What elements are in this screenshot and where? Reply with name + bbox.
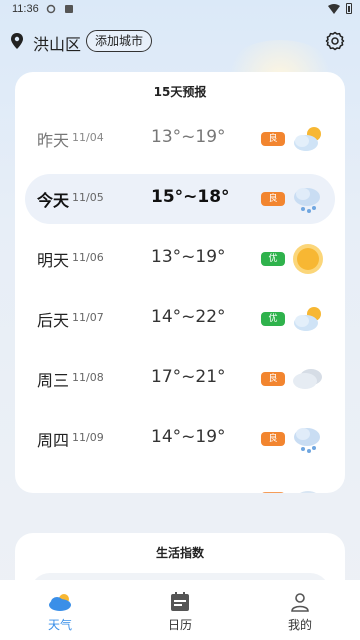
forecast-date: 11/07 [72,311,104,324]
add-city-button[interactable]: 添加城市 [86,30,153,52]
forecast-row-today[interactable]: 今天 11/05 15°~18° 良 [25,174,335,224]
status-bar: 11:36 [0,0,360,20]
city-name[interactable]: 洪山区 [33,31,81,55]
forecast-temp: 15°~18° [151,187,230,207]
profile-icon [291,593,309,612]
header: 洪山区 添加城市 [0,28,360,56]
calendar-icon [171,592,189,611]
forecast-temp: 13°~19° [151,127,226,147]
tab-calendar[interactable]: 日历 [120,580,240,640]
forecast-day: 后天 [37,311,70,330]
forecast-temp: 17°~21° [151,367,226,387]
settings-status-icon [46,4,56,14]
aqi-badge: 良 [261,192,285,206]
forecast-temp: 14°~22° [151,307,226,327]
forecast-row-tomorrow[interactable]: 明天 11/06 13°~19° 优 [25,234,335,284]
tab-label: 日历 [167,618,192,632]
cloud-icon-partial [300,491,316,493]
forecast-day: 明天 [37,251,70,270]
gear-icon[interactable] [325,31,345,51]
forecast-row-thursday[interactable]: 周四 11/09 14°~19° 良 [25,414,335,464]
status-time: 11:36 [12,3,39,15]
forecast-date: 11/08 [72,371,104,384]
overcast-icon [293,369,322,389]
forecast-row-wednesday[interactable]: 周三 11/08 17°~21° 良 [25,354,335,404]
life-index-title: 生活指数 [155,546,204,560]
forecast-day: 周三 [37,371,70,390]
partly-cloudy-icon [294,127,321,151]
light-rain-icon [294,428,320,453]
light-rain-icon [294,188,320,213]
partly-cloudy-icon [294,307,321,331]
aqi-badge: 优 [261,252,285,266]
forecast-date: 11/06 [72,251,104,264]
tab-profile[interactable]: 我的 [240,580,360,640]
aqi-badge: 优 [261,312,285,326]
aqi-badge-partial [261,492,285,493]
forecast-day: 昨天 [37,131,70,150]
forecast-row-day-after[interactable]: 后天 11/07 14°~22° 优 [25,294,335,344]
aqi-badge: 良 [261,372,285,386]
weather-icon [49,594,71,611]
bottom-tab-bar: 天气 日历 我的 [0,580,360,640]
forecast-title: 15天预报 [153,85,207,99]
wifi-icon [328,4,340,14]
tab-label: 我的 [287,618,312,632]
forecast-row-partial: ▬▬ [25,474,335,493]
forecast-row-yesterday[interactable]: 昨天 11/04 13°~19° 良 [25,114,335,164]
forecast-temp: 13°~19° [151,247,226,267]
forecast-date: 11/09 [72,431,104,444]
forecast-temp: 14°~19° [151,427,226,447]
forecast-day: 今天 [37,191,70,210]
forecast-day-partial: ▬▬ [37,487,67,493]
forecast-day: 周四 [37,431,70,450]
app-status-icon [65,5,73,13]
forecast-date: 11/05 [72,191,104,204]
aqi-badge: 良 [261,432,285,446]
forecast-card: 15天预报 昨天 11/04 13°~19° 良 今天 11/05 15°~18… [15,72,345,493]
battery-icon [346,3,352,14]
tab-label: 天气 [47,618,72,632]
aqi-badge: 良 [261,132,285,146]
sunny-icon [293,244,323,274]
tab-weather[interactable]: 天气 [0,580,120,640]
forecast-date: 11/04 [72,131,104,144]
location-pin-icon [11,33,23,49]
